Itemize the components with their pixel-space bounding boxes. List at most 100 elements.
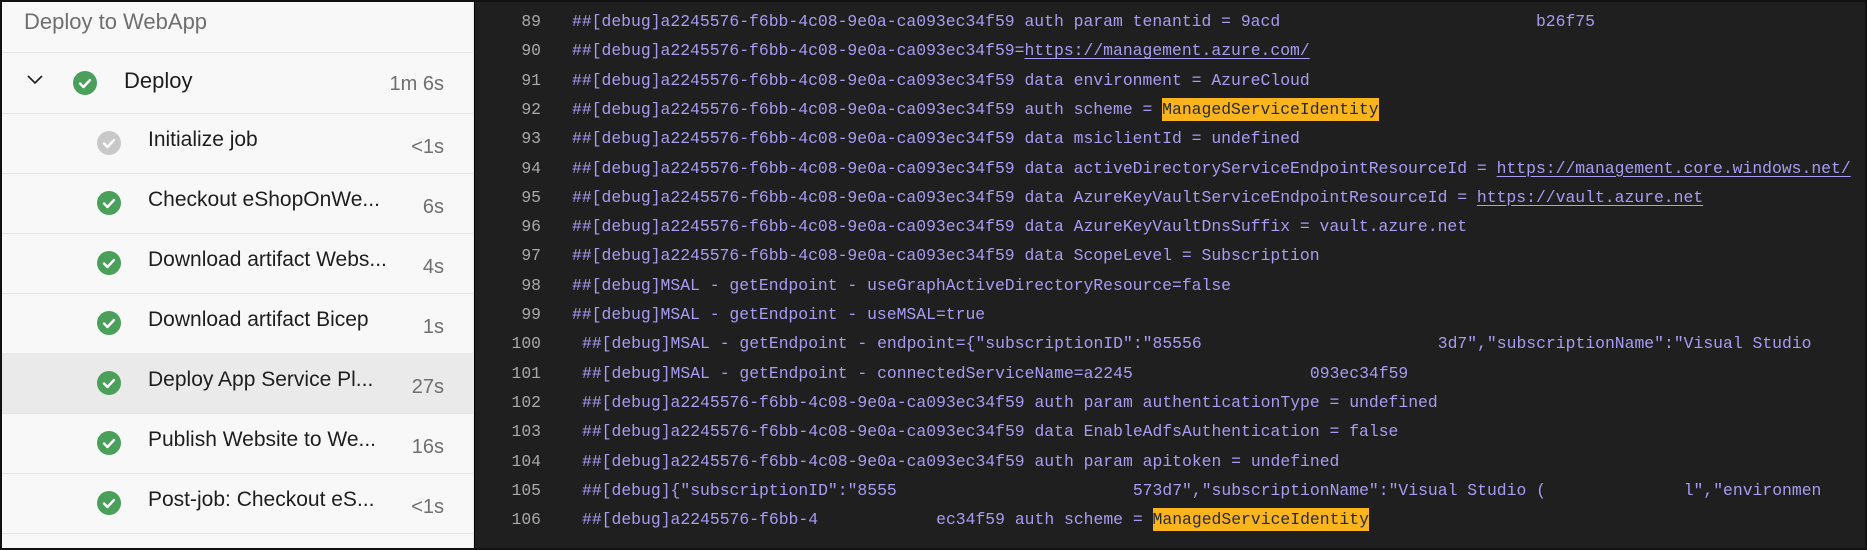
log-text: ##[debug]a2245576-f6bb-4c08-9e0a-ca093ec… xyxy=(572,95,1379,125)
redacted-region xyxy=(897,481,1133,500)
log-text: ##[debug]a2245576-f6bb-4c08-9e0a-ca093ec… xyxy=(572,124,1300,154)
skipped-check-icon xyxy=(97,131,121,155)
step-row-1[interactable]: Checkout eShopOnWe... 6s xyxy=(2,174,474,234)
log-segment: ##[debug]a2245576-f6bb-4c08-9e0a-ca093ec… xyxy=(572,12,1281,31)
step-duration: 6s xyxy=(422,196,444,218)
log-line: 90 ##[debug]a2245576-f6bb-4c08-9e0a-ca093… xyxy=(475,36,1865,66)
success-check-icon xyxy=(73,71,97,95)
line-number[interactable]: 94 xyxy=(475,154,541,184)
step-duration: <1s xyxy=(411,136,444,158)
line-number[interactable]: 89 xyxy=(475,7,541,37)
line-number[interactable]: 92 xyxy=(475,95,541,125)
log-segment: ##[debug]a2245576-f6bb-4c08-9e0a-ca093ec… xyxy=(572,41,1025,61)
search-highlight: ManagedServiceIdentity xyxy=(1162,97,1379,121)
log-segment: l","environmen xyxy=(1683,480,1822,500)
redacted-region xyxy=(818,510,936,529)
step-duration: 1s xyxy=(422,316,444,338)
log-text: ##[debug]a2245576-f6bb-4c08-9e0a-ca093ec… xyxy=(582,417,1398,447)
step-label: Download artifact Webs... xyxy=(148,248,386,271)
log-segment: ##[debug]a2245576-f6bb-4c08-9e0a-ca093ec… xyxy=(572,217,1468,237)
log-line: 106 ##[debug]a2245576-f6bb-4 ec34f59 auth… xyxy=(475,505,1865,535)
step-duration: 27s xyxy=(411,376,444,398)
log-text: ##[debug]a2245576-f6bb-4 ec34f59 auth sc… xyxy=(582,505,1369,535)
log-segment: ##[debug]a2245576-f6bb-4c08-9e0a-ca093ec… xyxy=(572,99,1163,119)
line-number[interactable]: 99 xyxy=(475,300,541,330)
step-label: Post-job: Checkout eS... xyxy=(148,488,375,511)
step-row-2[interactable]: Download artifact Webs... 4s xyxy=(2,234,474,294)
log-segment: ##[debug]{"subscriptionID":"8555 xyxy=(582,480,897,500)
redacted-region xyxy=(1133,364,1310,383)
log-segment: ##[debug]a2245576-f6bb-4c08-9e0a-ca093ec… xyxy=(572,158,1497,178)
log-line: 91 ##[debug]a2245576-f6bb-4c08-9e0a-ca093… xyxy=(475,66,1865,96)
log-text: ##[debug]MSAL - getEndpoint - useMSAL=tr… xyxy=(572,300,985,330)
step-row-0[interactable]: Initialize job <1s xyxy=(2,114,474,174)
log-line: 92 ##[debug]a2245576-f6bb-4c08-9e0a-ca093… xyxy=(475,95,1865,125)
log-line: 101 ##[debug]MSAL - getEndpoint - connect… xyxy=(475,359,1865,389)
step-row-3[interactable]: Download artifact Bicep 1s xyxy=(2,294,474,354)
line-number[interactable]: 106 xyxy=(475,505,541,535)
jobs-panel: Deploy to WebApp Deploy 1m 6s Initialize… xyxy=(2,2,474,548)
line-number[interactable]: 105 xyxy=(475,476,541,506)
log-text: ##[debug]a2245576-f6bb-4c08-9e0a-ca093ec… xyxy=(572,212,1467,242)
step-duration: 4s xyxy=(422,256,444,278)
log-text: ##[debug]MSAL - getEndpoint - useGraphAc… xyxy=(572,271,1231,301)
log-segment: b26f75 xyxy=(1535,12,1595,31)
line-number[interactable]: 97 xyxy=(475,241,541,271)
log-line: 102 ##[debug]a2245576-f6bb-4c08-9e0a-ca09… xyxy=(475,388,1865,418)
success-check-icon xyxy=(97,431,121,455)
log-text: ##[debug]{"subscriptionID":"8555 573d7",… xyxy=(582,476,1821,506)
log-text: ##[debug]a2245576-f6bb-4c08-9e0a-ca093ec… xyxy=(572,7,1595,37)
log-line: 98 ##[debug]MSAL - getEndpoint - useGraph… xyxy=(475,271,1865,301)
log-segment: ##[debug]a2245576-f6bb-4c08-9e0a-ca093ec… xyxy=(582,422,1399,442)
job-duration: 1m 6s xyxy=(389,73,444,95)
log-segment: 573d7","subscriptionName":"Visual Studio… xyxy=(1132,480,1546,500)
line-number[interactable]: 102 xyxy=(475,388,541,418)
job-name: Deploy xyxy=(124,68,193,93)
line-number[interactable]: 90 xyxy=(475,36,541,66)
stage-title: Deploy to WebApp xyxy=(24,9,208,34)
log-text: ##[debug]MSAL - getEndpoint - connectedS… xyxy=(582,359,1408,389)
log-segment: ##[debug]a2245576-f6bb-4 xyxy=(582,510,819,530)
step-label: Publish Website to We... xyxy=(148,428,376,451)
log-segment: 3d7","subscriptionName":"Visual Studio xyxy=(1437,334,1822,354)
log-line: 104 ##[debug]a2245576-f6bb-4c08-9e0a-ca09… xyxy=(475,447,1865,477)
log-link[interactable]: https://management.azure.com/ xyxy=(1024,41,1309,60)
log-link[interactable]: https://management.core.windows.net/ xyxy=(1497,159,1851,178)
line-number[interactable]: 100 xyxy=(475,329,541,359)
chevron-down-icon[interactable] xyxy=(24,69,46,91)
log-segment: ##[debug]a2245576-f6bb-4c08-9e0a-ca093ec… xyxy=(572,129,1300,149)
log-text: ##[debug]a2245576-f6bb-4c08-9e0a-ca093ec… xyxy=(572,154,1851,184)
job-row-deploy[interactable]: Deploy 1m 6s xyxy=(2,53,474,114)
step-row-5[interactable]: Publish Website to We... 16s xyxy=(2,414,474,474)
log-segment: ec34f59 auth scheme = xyxy=(936,510,1153,530)
log-segment: ##[debug]a2245576-f6bb-4c08-9e0a-ca093ec… xyxy=(572,187,1477,207)
step-duration: <1s xyxy=(411,496,444,518)
redacted-region xyxy=(1202,334,1438,353)
log-line: 96 ##[debug]a2245576-f6bb-4c08-9e0a-ca093… xyxy=(475,212,1865,242)
log-segment: ##[debug]a2245576-f6bb-4c08-9e0a-ca093ec… xyxy=(582,392,1438,412)
pipeline-run-view: Deploy to WebApp Deploy 1m 6s Initialize… xyxy=(0,0,1867,550)
log-output-panel[interactable]: 89 ##[debug]a2245576-f6bb-4c08-9e0a-ca093… xyxy=(475,2,1865,548)
log-link[interactable]: https://vault.azure.net xyxy=(1477,188,1703,207)
success-check-icon xyxy=(97,311,121,335)
line-number[interactable]: 101 xyxy=(475,359,541,389)
step-label: Initialize job xyxy=(148,128,258,151)
log-segment: ##[debug]MSAL - getEndpoint - connectedS… xyxy=(582,363,1133,383)
search-highlight: ManagedServiceIdentity xyxy=(1152,508,1369,532)
line-number[interactable]: 96 xyxy=(475,212,541,242)
log-text: ##[debug]MSAL - getEndpoint - endpoint={… xyxy=(582,329,1821,359)
success-check-icon xyxy=(97,251,121,275)
step-row-6[interactable]: Post-job: Checkout eS... <1s xyxy=(2,474,474,534)
log-text: ##[debug]a2245576-f6bb-4c08-9e0a-ca093ec… xyxy=(582,388,1438,418)
step-row-4[interactable]: Deploy App Service Pl... 27s xyxy=(2,354,474,414)
log-line: 89 ##[debug]a2245576-f6bb-4c08-9e0a-ca093… xyxy=(475,7,1865,37)
line-number[interactable]: 91 xyxy=(475,66,541,96)
step-label: Download artifact Bicep xyxy=(148,308,369,331)
log-text: ##[debug]a2245576-f6bb-4c08-9e0a-ca093ec… xyxy=(572,36,1310,66)
line-number[interactable]: 103 xyxy=(475,417,541,447)
line-number[interactable]: 104 xyxy=(475,447,541,477)
log-line: 105 ##[debug]{"subscriptionID":"8555 573d… xyxy=(475,476,1865,506)
line-number[interactable]: 95 xyxy=(475,183,541,213)
line-number[interactable]: 93 xyxy=(475,124,541,154)
line-number[interactable]: 98 xyxy=(475,271,541,301)
